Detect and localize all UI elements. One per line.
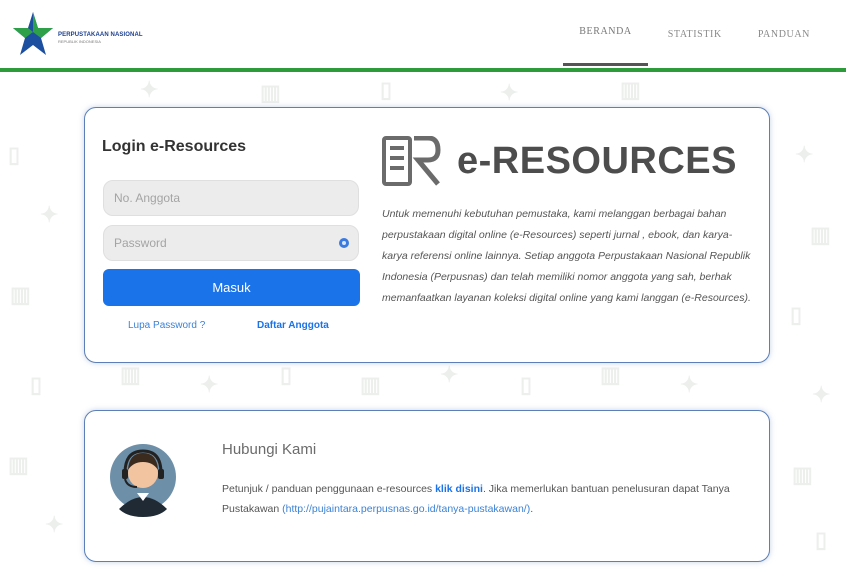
forgot-password-link[interactable]: Lupa Password ? [128,320,205,331]
nav-statistik[interactable]: STATISTIK [652,0,738,68]
login-title: Login e-Resources [102,138,247,155]
contact-text-end: . [530,503,534,515]
password-input[interactable] [103,225,359,261]
star-logo-icon [13,12,53,55]
login-card: Login e-Resources Masuk Lupa Password ? … [84,107,770,363]
login-button[interactable]: Masuk [103,269,360,306]
guide-link[interactable]: klik disini [435,483,483,495]
main-nav: BERANDA STATISTIK PANDUAN [559,0,826,68]
contact-title: Hubungi Kami [222,441,317,458]
logo-subtitle: REPUBLIK INDONESIA [58,39,101,44]
register-link[interactable]: Daftar Anggota [257,320,329,331]
ask-librarian-link[interactable]: (http://pujaintara.perpusnas.go.id/tanya… [282,503,530,515]
site-header: PERPUSTAKAAN NASIONAL REPUBLIK INDONESIA… [0,0,846,72]
e-resources-title: e-RESOURCES [457,140,737,182]
eye-icon[interactable] [338,237,350,249]
contact-card: Hubungi Kami Petunjuk / panduan pengguna… [84,410,770,562]
nav-beranda[interactable]: BERANDA [563,0,648,66]
e-resources-description: Untuk memenuhi kebutuhan pemustaka, kami… [382,208,751,304]
logo-title: PERPUSTAKAAN NASIONAL [58,32,143,38]
nav-panduan[interactable]: PANDUAN [742,0,826,68]
customer-service-agent-icon [110,444,176,517]
member-number-input[interactable] [103,180,359,216]
e-resources-logo-icon [382,136,441,186]
site-logo[interactable]: PERPUSTAKAAN NASIONAL REPUBLIK INDONESIA [12,8,143,60]
contact-text-intro: Petunjuk / panduan penggunaan e-resource… [222,483,436,495]
contact-text: Petunjuk / panduan penggunaan e-resource… [222,479,742,519]
